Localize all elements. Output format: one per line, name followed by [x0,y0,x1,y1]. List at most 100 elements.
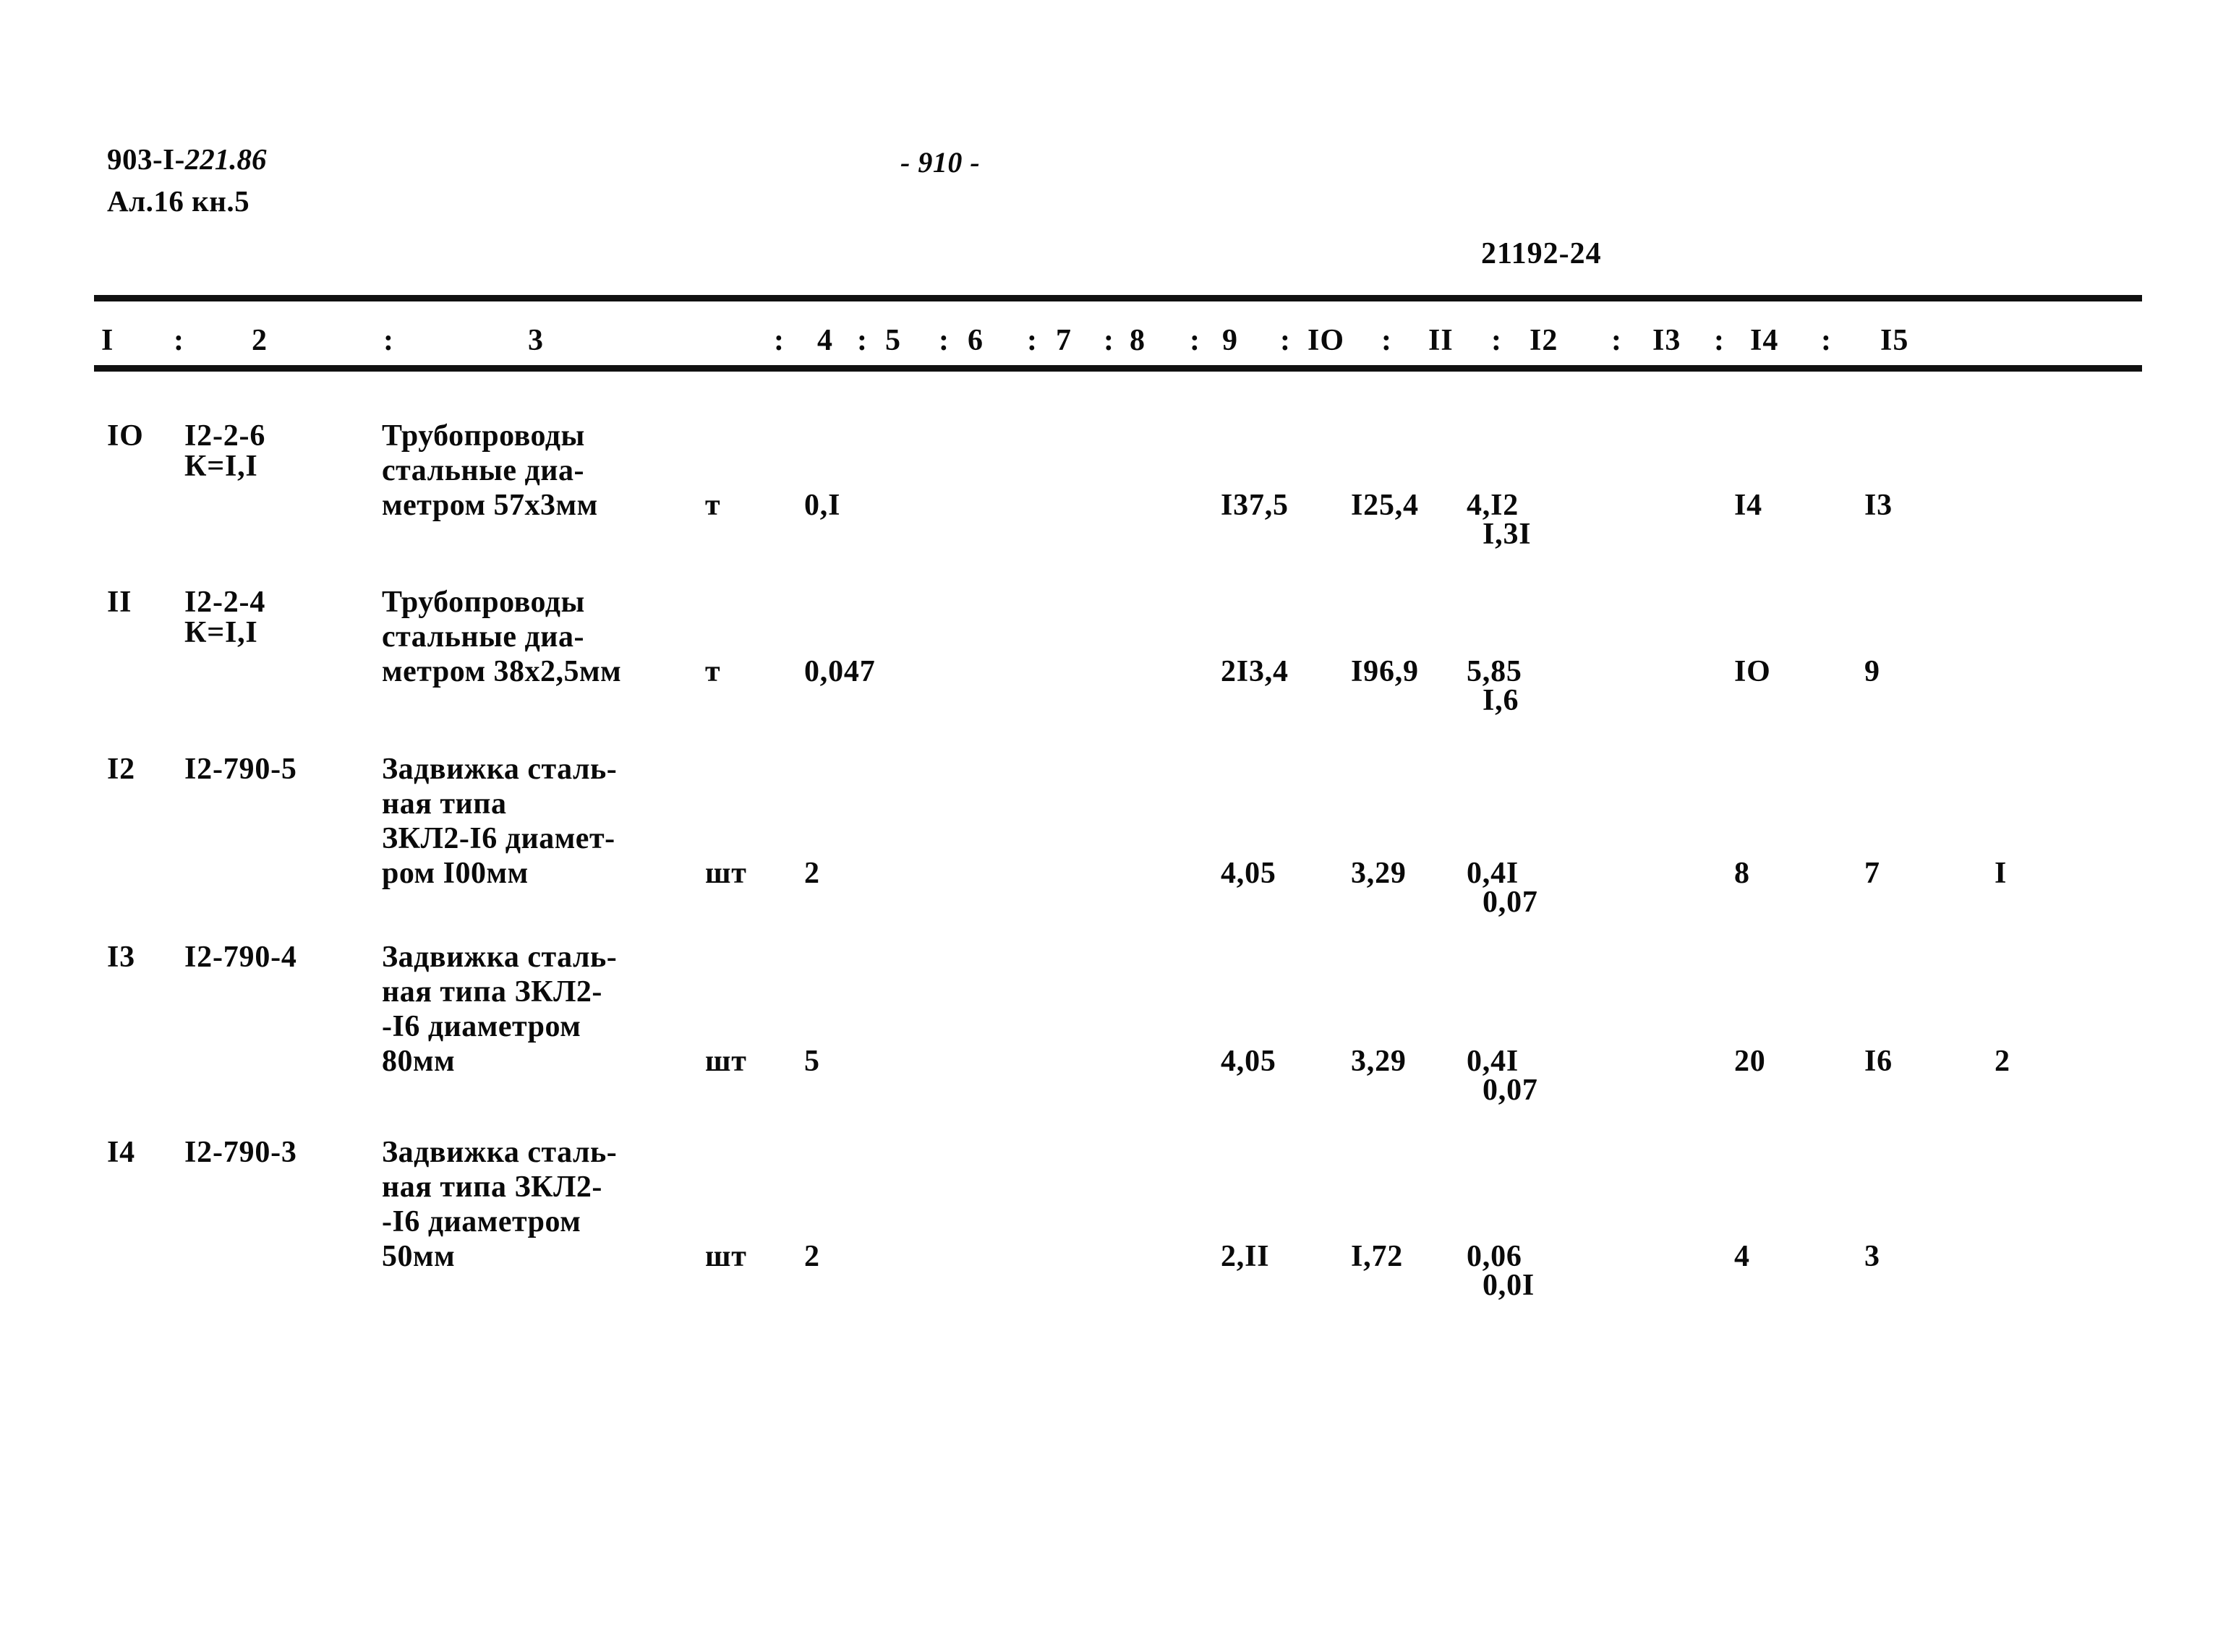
column-separator-2: : [383,324,394,357]
column-header-5: 5 [885,324,901,357]
sheet-code: 21192-24 [1481,237,1602,270]
row-value-col8: 4,05 [1221,857,1276,890]
row-quantity: 2 [804,1240,820,1273]
row-description-line: Задвижка сталь- [382,941,618,974]
row-value-col13: I3 [1864,489,1893,522]
row-value-col12: 20 [1734,1045,1766,1078]
table-row: IO I2-2-6 К=I,I Трубопроводы стальные диа-ме… [0,421,2231,560]
row-value-col10-sub: 0,0I [1483,1269,1535,1302]
row-quantity: 2 [804,857,820,890]
row-description-line: Трубопроводы [382,419,585,453]
row-number: I2 [107,753,135,786]
row-number: II [107,586,132,619]
column-header-13: I3 [1652,324,1681,357]
column-separator-7: : [1104,324,1114,357]
column-separator-12: : [1611,324,1622,357]
column-header-6: 6 [968,324,984,357]
table-row: I2 I2-790-5 Задвижка сталь-ная типа ЗКЛ2-I6… [0,754,2231,928]
document-code-prefix: 903-I- [107,142,185,176]
column-separator-13: : [1714,324,1725,357]
row-value-col12: I4 [1734,489,1762,522]
column-separator-8: : [1190,324,1200,357]
row-value-col9: I96,9 [1351,655,1419,688]
column-header-1: I [101,324,114,357]
row-value-col10: 0,4I [1467,1045,1519,1078]
row-code: I2-790-3 [184,1136,297,1169]
row-unit: т [705,489,721,522]
row-description-line: Задвижка сталь- [382,753,618,786]
row-quantity: 0,I [804,489,841,522]
table-top-rule [94,295,2142,301]
row-description-line: стальные диа- [382,620,584,654]
column-header-8: 8 [1130,324,1146,357]
column-separator-10: : [1381,324,1392,357]
row-number: IO [107,419,144,453]
row-value-col9: 3,29 [1351,857,1407,890]
column-header-2: 2 [252,324,268,357]
column-separator-14: : [1821,324,1832,357]
row-value-col8: 2I3,4 [1221,655,1289,688]
row-value-col13: 9 [1864,655,1880,688]
row-value-col14: 2 [1995,1045,2010,1078]
row-coefficient: К=I,I [184,616,258,649]
row-description-line: метром 57х3мм [382,489,598,522]
document-page: 903-I-221.86 Ал.16 кн.5 - 910 - 21192-24… [0,0,2231,1652]
row-description-line: ная типа [382,787,507,821]
column-header-11: II [1428,324,1454,357]
album-book-label: Ал.16 кн.5 [107,184,250,218]
column-separator-9: : [1280,324,1291,357]
document-code: 903-I-221.86 [107,145,267,174]
row-value-col10-sub: 0,07 [1483,886,1538,919]
row-unit: шт [705,1240,747,1273]
row-value-col13: I6 [1864,1045,1893,1078]
row-value-col12: IO [1734,655,1771,688]
row-value-col9: I,72 [1351,1240,1404,1273]
column-separator-6: : [1027,324,1038,357]
table-row: I3 I2-790-4 Задвижка сталь-ная типа ЗКЛ2- -… [0,942,2231,1116]
row-value-col10-sub: 0,07 [1483,1074,1538,1107]
table-header-bottom-rule [94,365,2142,372]
column-header-10: IO [1308,324,1345,357]
row-number: I4 [107,1136,135,1169]
column-separator-4: : [857,324,868,357]
row-description-line: 80мм [382,1045,456,1078]
row-quantity: 0,047 [804,655,876,688]
column-header-3: 3 [528,324,544,357]
row-value-col12: 8 [1734,857,1750,890]
document-code-handwritten: 221.86 [184,142,267,176]
row-value-col9: 3,29 [1351,1045,1407,1078]
column-header-12: I2 [1530,324,1558,357]
row-description-line: -I6 диаметром [382,1205,581,1238]
row-description-line: Трубопроводы [382,586,585,619]
row-quantity: 5 [804,1045,820,1078]
row-description-line: ная типа ЗКЛ2- [382,1170,602,1204]
row-value-col8: I37,5 [1221,489,1289,522]
row-value-col10-sub: I,6 [1483,684,1519,717]
table-column-header-row: I 2 3 4 5 6 7 8 9 IO II I2 I3 I4 I5:::::::::::::: [94,323,2142,361]
column-separator-11: : [1491,324,1502,357]
row-description-line: ная типа ЗКЛ2- [382,975,602,1009]
row-value-col9: I25,4 [1351,489,1419,522]
column-header-4: 4 [817,324,833,357]
row-value-col10: 0,06 [1467,1240,1522,1273]
column-header-9: 9 [1222,324,1238,357]
row-description-line: 50мм [382,1240,456,1273]
row-value-col8: 4,05 [1221,1045,1276,1078]
row-description-line: стальные диа- [382,454,584,487]
row-code: I2-2-4 [184,586,266,619]
row-value-col13: 3 [1864,1240,1880,1273]
row-unit: шт [705,857,747,890]
column-separator-5: : [939,324,950,357]
row-description-line: ЗКЛ2-I6 диамет- [382,822,615,855]
row-value-col12: 4 [1734,1240,1750,1273]
row-description-line: Задвижка сталь- [382,1136,618,1169]
column-separator-3: : [774,324,785,357]
row-value-col10: 5,85 [1467,655,1522,688]
page-number: - 910 - [900,146,981,179]
table-row: II I2-2-4 К=I,I Трубопроводы стальные диа-ме… [0,587,2231,726]
row-value-col13: 7 [1864,857,1880,890]
column-header-14: I4 [1750,324,1779,357]
row-description-line: метром 38х2,5мм [382,655,622,688]
column-separator-1: : [174,324,184,357]
row-number: I3 [107,941,135,974]
